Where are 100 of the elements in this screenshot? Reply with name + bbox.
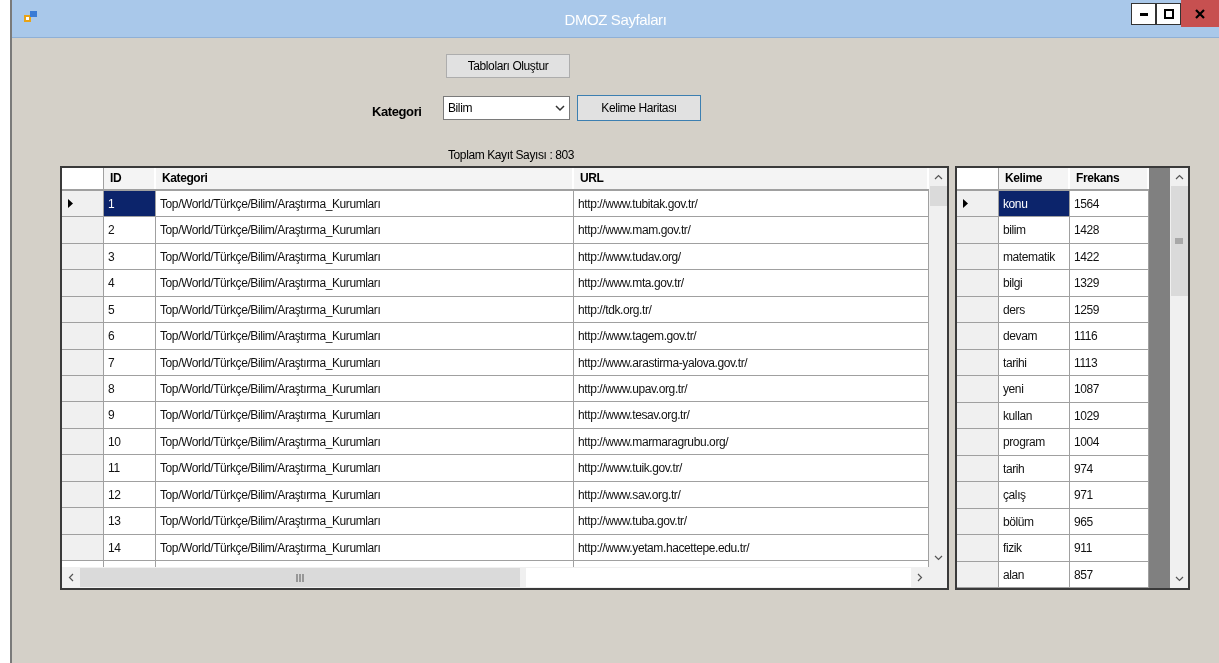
table-cell: http://www.upav.org.tr/ xyxy=(574,376,929,403)
table-cell: kullan xyxy=(999,402,1070,430)
row-header[interactable] xyxy=(62,376,104,403)
row-header[interactable] xyxy=(62,481,104,509)
row-header[interactable] xyxy=(957,455,999,483)
grip-icon xyxy=(296,573,304,582)
row-header[interactable] xyxy=(62,402,104,429)
category-dropdown[interactable]: Bilim xyxy=(443,96,570,120)
chevron-right-icon xyxy=(917,573,923,582)
table-cell: tarih xyxy=(999,455,1070,483)
table-cell: 6 xyxy=(104,323,156,350)
table-cell: Top/World/Türkçe/Bilim/Araştırma_Kurumları xyxy=(156,481,574,509)
row-header[interactable] xyxy=(62,534,104,562)
window-title: DMOZ Sayfaları xyxy=(564,11,667,28)
vertical-scrollbar[interactable] xyxy=(929,168,947,567)
table-cell: konu xyxy=(999,190,1070,218)
row-header[interactable] xyxy=(957,190,999,218)
row-header[interactable] xyxy=(62,296,104,324)
row-header[interactable] xyxy=(62,349,104,376)
row-header[interactable] xyxy=(62,428,104,456)
row-header[interactable] xyxy=(957,482,999,509)
column-header[interactable]: Frekans xyxy=(1070,168,1149,189)
horizontal-scrollbar[interactable] xyxy=(62,567,929,588)
chevron-up-icon xyxy=(933,174,943,180)
table-cell: çalış xyxy=(999,482,1070,509)
row-header[interactable] xyxy=(957,217,999,244)
table-cell: matematik xyxy=(999,243,1070,271)
chevron-up-icon xyxy=(1174,174,1184,180)
table-cell: bilim xyxy=(999,217,1070,244)
table-cell: http://www.sav.org.tr/ xyxy=(574,481,929,509)
table-cell: bilgi xyxy=(999,270,1070,297)
chevron-down-icon xyxy=(555,104,565,112)
table-cell: Top/World/Türkçe/Bilim/Araştırma_Kurumları xyxy=(156,296,574,324)
table-cell: Top/World/Türkçe/Bilim/Araştırma_Kurumları xyxy=(156,455,574,482)
word-map-button[interactable]: Kelime Haritası xyxy=(577,95,701,121)
category-label: Kategori xyxy=(372,103,420,119)
row-header[interactable] xyxy=(62,508,104,535)
row-indicator-icon xyxy=(963,199,968,209)
row-header[interactable] xyxy=(957,561,999,588)
table-cell: Top/World/Türkçe/Bilim/Araştırma_Kurumları xyxy=(156,428,574,456)
close-icon xyxy=(1195,8,1205,19)
table-cell: http://www.mam.gov.tr/ xyxy=(574,217,929,244)
column-header[interactable]: Kelime xyxy=(999,168,1070,189)
table-cell: tarihi xyxy=(999,349,1070,377)
table-cell: 14 xyxy=(104,534,156,562)
row-header[interactable] xyxy=(62,455,104,482)
table-cell: 4 xyxy=(104,270,156,297)
table-cell: 5 xyxy=(104,296,156,324)
row-header[interactable] xyxy=(957,243,999,271)
column-header[interactable]: ID xyxy=(104,168,156,189)
table-cell: http://www.tuba.gov.tr/ xyxy=(574,508,929,535)
table-cell: 13 xyxy=(104,508,156,535)
row-header[interactable] xyxy=(62,243,104,271)
row-header[interactable] xyxy=(62,323,104,350)
maximize-button[interactable] xyxy=(1156,3,1181,25)
table-cell: 11 xyxy=(104,455,156,482)
table-cell: Top/World/Türkçe/Bilim/Araştırma_Kurumları xyxy=(156,349,574,376)
row-header[interactable] xyxy=(957,376,999,403)
table-cell: http://www.tudav.org/ xyxy=(574,243,929,271)
row-header[interactable] xyxy=(62,270,104,297)
grip-icon xyxy=(1175,238,1183,244)
table-cell: http://www.mta.gov.tr/ xyxy=(574,270,929,297)
row-header[interactable] xyxy=(957,323,999,350)
minimize-icon xyxy=(1139,12,1148,16)
table-cell: http://www.yetam.hacettepe.edu.tr/ xyxy=(574,534,929,562)
table-cell: program xyxy=(999,429,1070,456)
table-cell: Top/World/Türkçe/Bilim/Araştırma_Kurumları xyxy=(156,323,574,350)
maximize-icon xyxy=(1163,9,1174,19)
column-header[interactable]: Kategori xyxy=(156,168,574,189)
row-header[interactable] xyxy=(957,429,999,456)
table-cell: Top/World/Türkçe/Bilim/Araştırma_Kurumları xyxy=(156,508,574,535)
table-cell: http://www.tagem.gov.tr/ xyxy=(574,323,929,350)
row-header[interactable] xyxy=(62,217,104,244)
column-header[interactable]: URL xyxy=(574,168,929,189)
close-button[interactable] xyxy=(1181,0,1219,27)
chevron-down-icon xyxy=(1174,576,1184,582)
table-cell: ders xyxy=(999,296,1070,324)
row-header[interactable] xyxy=(957,535,999,562)
table-cell: 2 xyxy=(104,217,156,244)
table-cell: Top/World/Türkçe/Bilim/Araştırma_Kurumları xyxy=(156,243,574,271)
table-cell: alan xyxy=(999,561,1070,588)
row-header[interactable] xyxy=(957,270,999,297)
table-cell: 1 xyxy=(104,190,156,218)
row-header[interactable] xyxy=(957,296,999,324)
minimize-button[interactable] xyxy=(1131,3,1156,25)
table-cell: fizik xyxy=(999,535,1070,562)
vertical-scrollbar[interactable] xyxy=(1170,168,1188,588)
table-cell: Top/World/Türkçe/Bilim/Araştırma_Kurumları xyxy=(156,534,574,562)
row-header[interactable] xyxy=(957,402,999,430)
table-cell: Top/World/Türkçe/Bilim/Araştırma_Kurumları xyxy=(156,217,574,244)
create-tables-button[interactable]: Tabloları Oluştur xyxy=(446,54,570,78)
row-header[interactable] xyxy=(62,190,104,218)
table-cell: http://www.arastirma-yalova.gov.tr/ xyxy=(574,349,929,376)
table-cell: Top/World/Türkçe/Bilim/Araştırma_Kurumları xyxy=(156,402,574,429)
table-cell: 10 xyxy=(104,428,156,456)
row-header[interactable] xyxy=(957,508,999,536)
table-cell: http://www.marmaragrubu.org/ xyxy=(574,428,929,456)
scroll-thumb[interactable] xyxy=(929,186,947,206)
row-header[interactable] xyxy=(957,349,999,377)
table-cell: http://www.tesav.org.tr/ xyxy=(574,402,929,429)
